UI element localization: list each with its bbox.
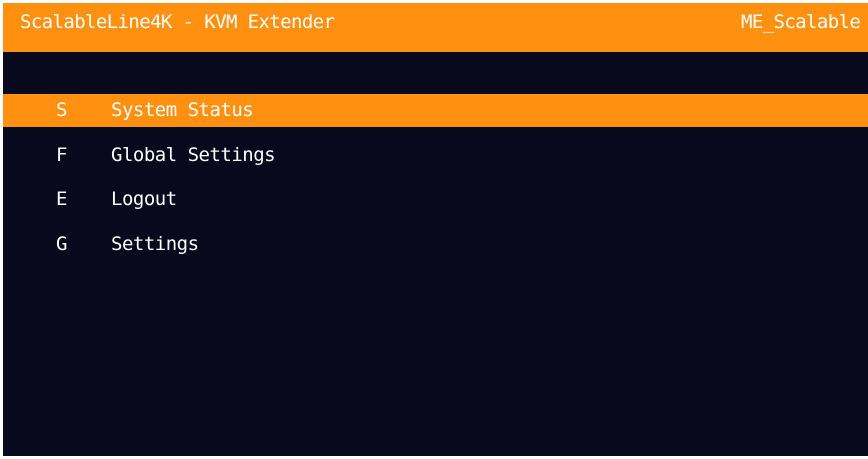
main-menu: S System Status F Global Settings E Logo… [3, 94, 868, 272]
device-name: ME_Scalable [741, 11, 861, 33]
menu-item-label: Logout [111, 188, 177, 210]
menu-item-label: Settings [111, 232, 199, 255]
menu-item-label: System Status [111, 99, 254, 121]
title-bar: ScalableLine4K - KVM Extender ME_Scalabl… [3, 3, 868, 52]
menu-item-hotkey: G [56, 232, 68, 255]
menu-item-hotkey: S [56, 99, 68, 121]
menu-item-settings[interactable]: G Settings [3, 228, 868, 261]
product-title: ScalableLine4K - KVM Extender [20, 11, 335, 33]
menu-item-hotkey: F [56, 143, 68, 166]
menu-item-label: Global Settings [111, 143, 276, 166]
menu-item-global-settings[interactable]: F Global Settings [3, 139, 868, 172]
menu-item-hotkey: E [56, 188, 68, 210]
osd-screen: ScalableLine4K - KVM Extender ME_Scalabl… [3, 3, 868, 456]
menu-item-logout[interactable]: E Logout [3, 183, 868, 216]
menu-item-system-status[interactable]: S System Status [3, 94, 868, 127]
